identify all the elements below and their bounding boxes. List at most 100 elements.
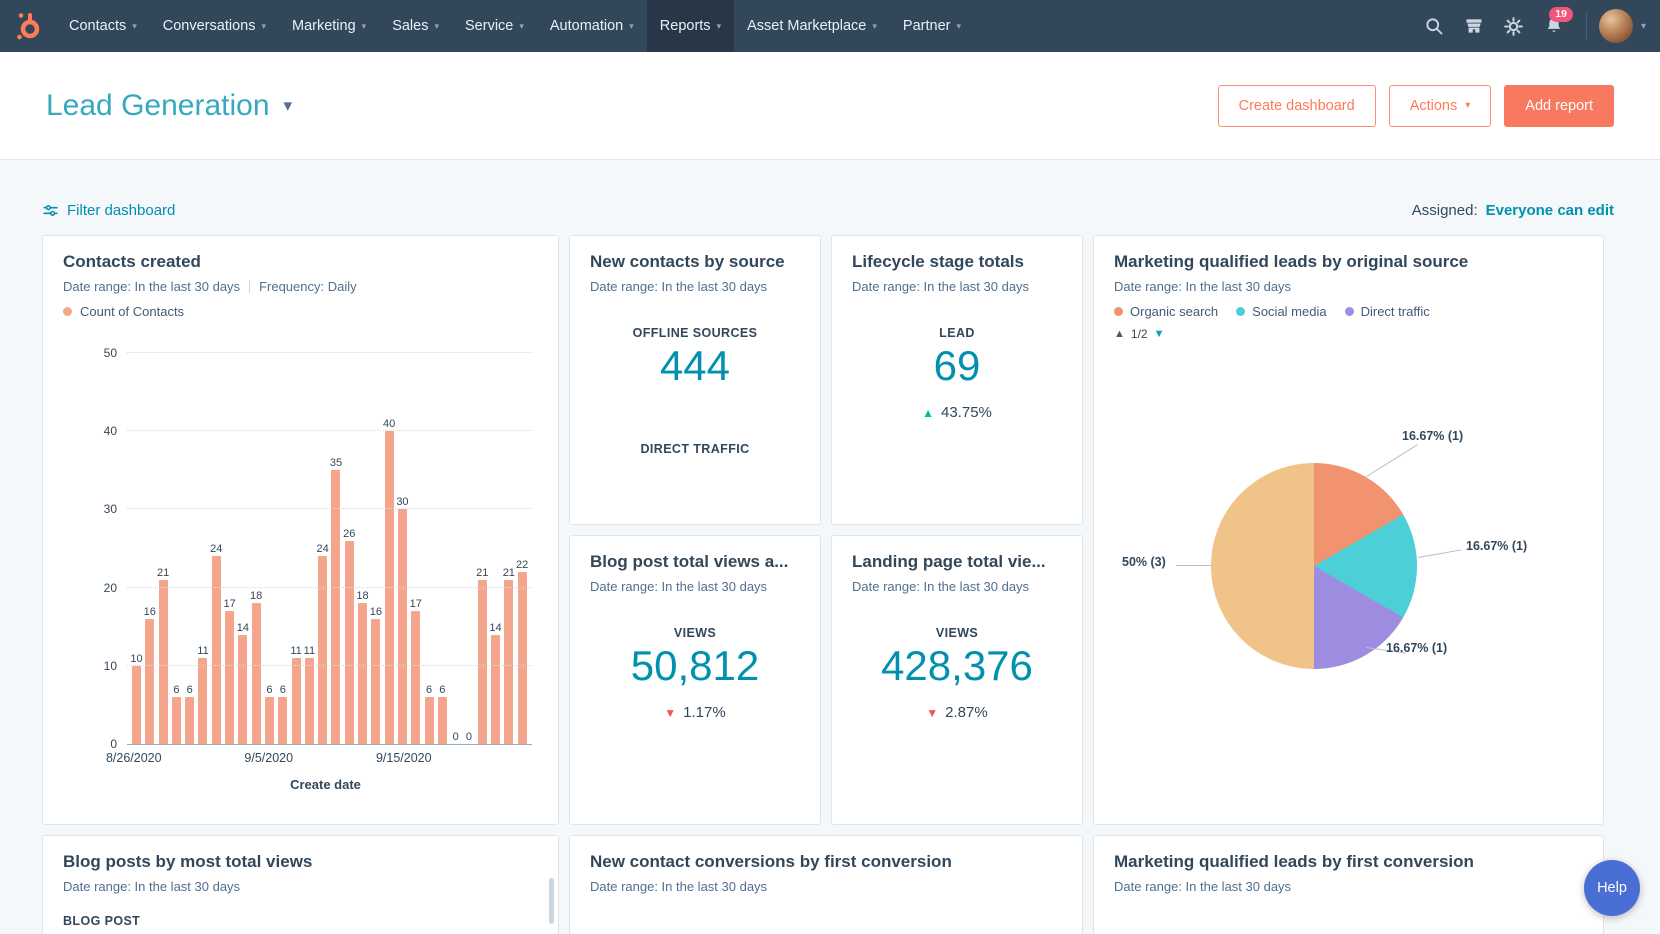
report-meta: Date range: In the last 30 days xyxy=(590,879,1062,894)
bar[interactable]: 26 xyxy=(343,353,356,744)
search-icon[interactable] xyxy=(1414,0,1454,52)
report-title[interactable]: Blog post total views a... xyxy=(590,552,800,572)
hubspot-logo[interactable] xyxy=(0,0,56,52)
bar[interactable]: 6 xyxy=(436,353,449,744)
bar[interactable]: 30 xyxy=(396,353,409,744)
nav-item-service[interactable]: Service▾ xyxy=(452,0,537,52)
bar[interactable]: 21 xyxy=(476,353,489,744)
filter-dashboard-link[interactable]: Filter dashboard xyxy=(42,202,175,219)
chevron-down-icon: ▾ xyxy=(629,21,634,32)
trend-up-icon: ▲ xyxy=(922,406,934,420)
nav-item-asset-marketplace[interactable]: Asset Marketplace▾ xyxy=(734,0,890,52)
chevron-down-icon: ▾ xyxy=(872,21,877,32)
bar-value-label: 16 xyxy=(370,606,382,618)
bar[interactable]: 16 xyxy=(143,353,156,744)
pie-legend: Organic search Social media Direct traffic xyxy=(1114,304,1583,319)
report-title[interactable]: Lifecycle stage totals xyxy=(852,252,1062,272)
settings-gear-icon[interactable] xyxy=(1494,0,1534,52)
help-button[interactable]: Help xyxy=(1584,860,1640,916)
bar[interactable]: 24 xyxy=(210,353,223,744)
bar[interactable]: 0 xyxy=(449,353,462,744)
metric-label: VIEWS xyxy=(852,626,1062,640)
report-title[interactable]: New contacts by source xyxy=(590,252,800,272)
bar-value-label: 18 xyxy=(356,590,368,602)
bar-value-label: 17 xyxy=(410,598,422,610)
bar[interactable]: 21 xyxy=(157,353,170,744)
dashboard-title-dropdown[interactable]: Lead Generation ▾ xyxy=(46,89,292,123)
report-title[interactable]: Contacts created xyxy=(63,252,538,272)
report-title[interactable]: Blog posts by most total views xyxy=(63,852,538,872)
card-landing-page-total-views: Landing page total vie... Date range: In… xyxy=(831,535,1083,825)
card-blog-post-total-views: Blog post total views a... Date range: I… xyxy=(569,535,821,825)
pie-chart[interactable] xyxy=(1211,463,1417,669)
assigned-value-link[interactable]: Everyone can edit xyxy=(1486,202,1614,219)
nav-right: 19 ▾ xyxy=(1414,0,1660,52)
legend-page-indicator: 1/2 xyxy=(1131,327,1148,341)
bar[interactable]: 0 xyxy=(462,353,475,744)
bar[interactable]: 14 xyxy=(489,353,502,744)
nav-item-automation[interactable]: Automation▾ xyxy=(537,0,647,52)
legend-dot xyxy=(1236,307,1245,316)
pie-slice-label: 16.67% (1) xyxy=(1466,539,1527,553)
nav-item-contacts[interactable]: Contacts▾ xyxy=(56,0,150,52)
bar[interactable]: 16 xyxy=(369,353,382,744)
bar-value-label: 6 xyxy=(266,684,272,696)
bar-rect xyxy=(265,697,274,744)
bar[interactable]: 17 xyxy=(409,353,422,744)
notifications-bell-icon[interactable]: 19 xyxy=(1534,0,1574,52)
bar[interactable]: 6 xyxy=(263,353,276,744)
actions-button[interactable]: Actions ▾ xyxy=(1389,85,1492,127)
bar[interactable]: 14 xyxy=(236,353,249,744)
bar[interactable]: 6 xyxy=(170,353,183,744)
legend-page-up-icon[interactable]: ▲ xyxy=(1114,328,1125,340)
chevron-down-icon: ▾ xyxy=(717,21,722,32)
nav-item-marketing[interactable]: Marketing▾ xyxy=(279,0,379,52)
bar[interactable]: 35 xyxy=(329,353,342,744)
bar-value-label: 11 xyxy=(290,645,301,657)
legend-item-social-media[interactable]: Social media xyxy=(1236,304,1326,319)
bar[interactable]: 11 xyxy=(290,353,303,744)
nav-item-partner[interactable]: Partner▾ xyxy=(890,0,974,52)
x-axis-title: Create date xyxy=(63,777,538,792)
bar[interactable]: 6 xyxy=(276,353,289,744)
bar-value-label: 26 xyxy=(343,528,355,540)
nav-item-sales[interactable]: Sales▾ xyxy=(379,0,452,52)
marketplace-icon[interactable] xyxy=(1454,0,1494,52)
report-title[interactable]: New contact conversions by first convers… xyxy=(590,852,1062,872)
bar[interactable]: 6 xyxy=(423,353,436,744)
scrollbar-thumb[interactable] xyxy=(549,878,554,924)
legend-page-down-icon[interactable]: ▼ xyxy=(1154,328,1165,340)
bar[interactable]: 11 xyxy=(196,353,209,744)
bar[interactable]: 24 xyxy=(316,353,329,744)
report-title[interactable]: Landing page total vie... xyxy=(852,552,1062,572)
pie-slice-label: 50% (3) xyxy=(1122,555,1166,569)
bar[interactable]: 40 xyxy=(383,353,396,744)
leader-line xyxy=(1176,565,1212,566)
nav-menu: Contacts▾Conversations▾Marketing▾Sales▾S… xyxy=(56,0,974,52)
report-meta: Date range: In the last 30 days xyxy=(590,579,800,594)
dashboard-grid: Contacts created Date range: In the last… xyxy=(0,235,1660,934)
bar[interactable]: 18 xyxy=(250,353,263,744)
bar-chart-bars: 1016216611241714186611112435261816403017… xyxy=(127,353,532,744)
legend-item-direct-traffic[interactable]: Direct traffic xyxy=(1345,304,1430,319)
sprocket-icon xyxy=(13,11,43,41)
bar-value-label: 6 xyxy=(280,684,286,696)
avatar[interactable] xyxy=(1599,9,1633,43)
create-dashboard-button[interactable]: Create dashboard xyxy=(1218,85,1376,127)
nav-item-reports[interactable]: Reports▾ xyxy=(647,0,734,52)
bar[interactable]: 10 xyxy=(130,353,143,744)
bar-chart-legend[interactable]: Count of Contacts xyxy=(63,304,538,319)
bar[interactable]: 6 xyxy=(183,353,196,744)
nav-item-conversations[interactable]: Conversations▾ xyxy=(150,0,279,52)
bar[interactable]: 18 xyxy=(356,353,369,744)
account-chevron-down-icon[interactable]: ▾ xyxy=(1641,21,1646,32)
add-report-button[interactable]: Add report xyxy=(1504,85,1614,127)
report-title[interactable]: Marketing qualified leads by first conve… xyxy=(1114,852,1583,872)
bar[interactable]: 22 xyxy=(516,353,529,744)
trend-down-icon: ▼ xyxy=(926,706,938,720)
report-title[interactable]: Marketing qualified leads by original so… xyxy=(1114,252,1583,272)
bar[interactable]: 17 xyxy=(223,353,236,744)
bar[interactable]: 21 xyxy=(502,353,515,744)
legend-item-organic-search[interactable]: Organic search xyxy=(1114,304,1218,319)
bar[interactable]: 11 xyxy=(303,353,316,744)
